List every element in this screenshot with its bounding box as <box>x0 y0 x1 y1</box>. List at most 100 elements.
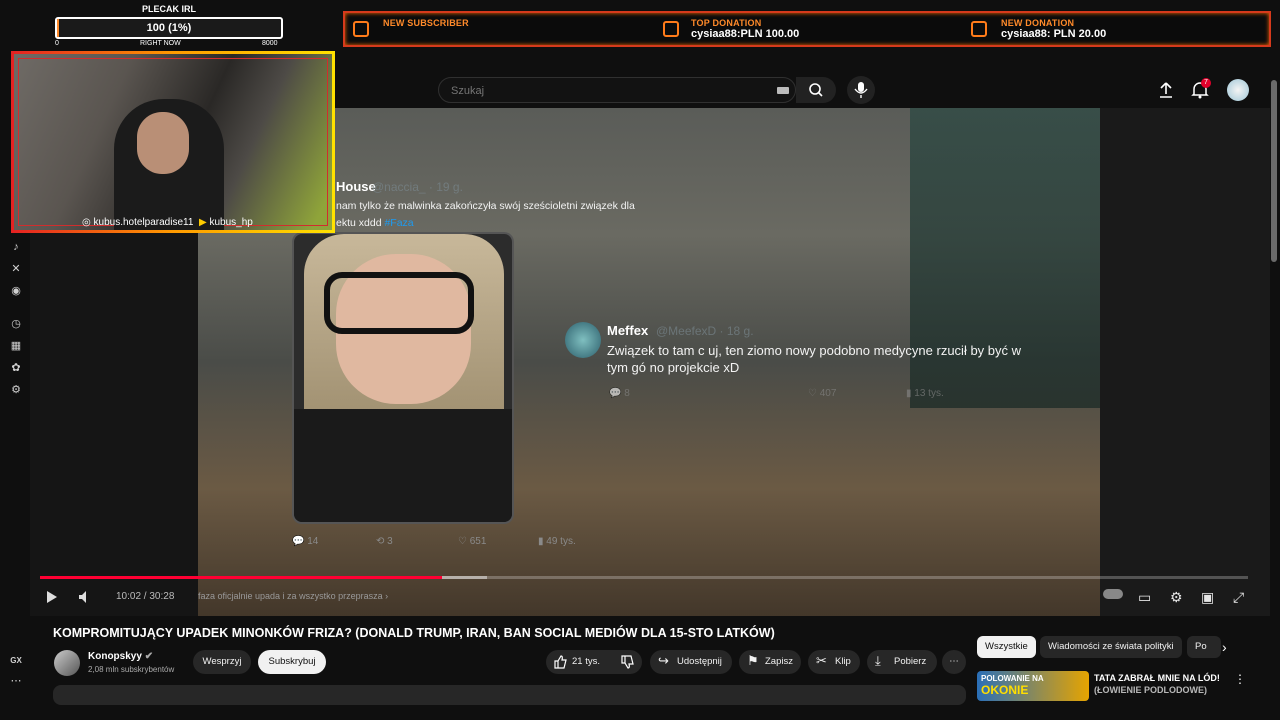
thumbnail-caption: POLOWANIE NA <box>981 674 1044 683</box>
likes-count: 407 <box>819 388 837 399</box>
more-actions-button[interactable]: ⋯ <box>942 650 966 674</box>
tweet-handle: @MeefexD · 18 g. <box>656 324 754 338</box>
goal-max-label: 8000 <box>262 40 278 47</box>
bookmark-icon: ⚑ <box>747 653 759 668</box>
description-box[interactable] <box>53 685 966 705</box>
notification-badge: 7 <box>1201 78 1211 88</box>
hashtag: #Faza <box>384 217 414 229</box>
subscriber-icon <box>353 21 369 37</box>
thumbs-up-icon <box>554 655 567 669</box>
recommended-title-line: (ŁOWIENIE PODLODOWE) <box>1094 685 1207 695</box>
channel-avatar[interactable] <box>54 650 80 676</box>
scissors-icon: ✂ <box>816 653 827 668</box>
replies-count: 14 <box>307 536 319 547</box>
autoplay-toggle[interactable] <box>1103 589 1123 599</box>
notifications-button[interactable]: 7 <box>1190 78 1211 100</box>
account-avatar[interactable] <box>1227 79 1249 101</box>
tweet-author: House <box>336 179 376 194</box>
play-icon[interactable] <box>44 589 60 605</box>
x-icon[interactable]: ✕ <box>9 262 23 276</box>
clip-glasses <box>324 272 474 334</box>
youtube-icon: ▶ <box>199 217 207 228</box>
chapter-title[interactable]: faza oficjalnie upada i za wszystko prze… <box>198 591 388 601</box>
chip-all[interactable]: Wszystkie <box>977 636 1036 658</box>
search-input[interactable] <box>449 82 753 100</box>
alert-title: NEW SUBSCRIBER <box>383 18 469 28</box>
subscribe-button[interactable]: Subskrybuj <box>258 650 326 674</box>
video-title: KOMPROMITUJĄCY UPADEK MINONKÓW FRIZA? (D… <box>53 626 775 640</box>
tweet-text-line: ektu xddd <box>336 217 382 229</box>
tweet-text: nam tylko że malwinka zakończyła swój sz… <box>336 198 635 232</box>
video-progress-bar[interactable] <box>40 576 1248 579</box>
kebab-menu-icon[interactable]: ⋮ <box>1234 672 1246 686</box>
recommended-title[interactable]: TATA ZABRAŁ MNIE NA LÓD! (ŁOWIENIE PODLO… <box>1094 672 1220 696</box>
channel-name[interactable]: Konopskyy ✔ <box>88 651 153 662</box>
channel-name-text: Konopskyy <box>88 651 142 662</box>
donation-icon <box>971 21 987 37</box>
alert-title: NEW DONATION <box>1001 18 1075 28</box>
views-count: 49 tys. <box>546 536 576 547</box>
likes-count: 651 <box>469 536 487 547</box>
video-embedded-clip <box>292 232 514 524</box>
webcam-face <box>137 112 189 174</box>
chapter-text: faza oficjalnie upada i za wszystko prze… <box>198 591 383 601</box>
progress-buffered <box>442 576 487 579</box>
video-letterbox <box>1100 108 1270 616</box>
chip-world-news[interactable]: Wiadomości ze świata polityki <box>1040 636 1182 658</box>
volume-icon[interactable] <box>77 589 93 605</box>
dislike-button[interactable] <box>612 650 642 674</box>
palette-icon[interactable]: ✿ <box>9 361 23 375</box>
progress-played <box>40 576 443 579</box>
clip-label: Klip <box>835 656 851 667</box>
likes-count: 21 tys. <box>572 656 600 667</box>
support-button[interactable]: Wesprzyj <box>193 650 251 674</box>
alert-new-donation: NEW DONATION cysiaa88: PLN 20.00 <box>971 13 1267 45</box>
download-label: Pobierz <box>894 656 927 667</box>
share-icon: ↪ <box>658 653 669 668</box>
more-icon[interactable]: ⋯ <box>9 674 23 688</box>
voice-search-button[interactable] <box>847 76 875 104</box>
history-icon[interactable]: ◷ <box>9 317 23 331</box>
tweet-likes: ♡ 407 <box>808 388 837 399</box>
views-count: 13 tys. <box>914 388 944 399</box>
youtube-text: kubus_hp <box>209 217 253 228</box>
discord-icon[interactable]: ◉ <box>9 284 23 298</box>
search-box[interactable] <box>438 77 796 103</box>
clip-body <box>294 409 512 522</box>
donation-icon <box>663 21 679 37</box>
tweet-avatar <box>565 322 601 358</box>
tweet-views: ▮ 13 tys. <box>906 388 944 399</box>
extension-icon[interactable]: ▦ <box>9 339 23 353</box>
alert-value: cysiaa88: PLN 20.00 <box>1001 28 1107 40</box>
settings-icon[interactable]: ⚙ <box>1170 588 1183 606</box>
instagram-text: kubus.hotelparadise11 <box>93 217 194 228</box>
upload-icon[interactable] <box>1158 81 1174 99</box>
streamer-webcam: ◎ kubus.hotelparadise11 ▶ kubus_hp <box>11 51 335 233</box>
thumbs-down-icon <box>621 655 634 669</box>
fullscreen-icon[interactable]: ⤢ <box>1233 588 1244 606</box>
search-icon <box>809 83 823 97</box>
subscriber-count: 2,08 mln subskrybentów <box>88 665 175 674</box>
retweets-count: 3 <box>387 536 393 547</box>
tiktok-icon[interactable]: ♪ <box>9 240 23 254</box>
alert-value: cysiaa88:PLN 100.00 <box>691 28 800 40</box>
subtitles-icon[interactable]: ▭ <box>1138 588 1151 606</box>
chip-more[interactable]: Po <box>1187 636 1221 658</box>
chevron-right-icon[interactable]: › <box>1222 639 1227 655</box>
tweet-likes: ♡ 651 <box>458 536 487 547</box>
scrollbar-thumb[interactable] <box>1271 80 1277 262</box>
youtube-handle: ▶ kubus_hp <box>199 217 253 228</box>
alert-new-subscriber: NEW SUBSCRIBER <box>353 13 653 45</box>
keyboard-icon[interactable] <box>777 87 789 94</box>
settings-icon[interactable]: ⚙ <box>9 383 23 397</box>
tweet-views: ▮ 49 tys. <box>538 536 576 547</box>
tweet-handle: @naccia_ · 19 g. <box>372 180 463 194</box>
miniplayer-icon[interactable]: ▣ <box>1201 588 1214 606</box>
tweet-text: Związek to tam c uj, ten ziomo nowy podo… <box>607 342 1021 376</box>
stream-alerts-bar: NEW SUBSCRIBER TOP DONATION cysiaa88:PLN… <box>343 11 1271 47</box>
thumbnail-headline: OKONIE <box>981 683 1029 697</box>
search-button[interactable] <box>796 77 836 103</box>
recommended-thumbnail[interactable]: POLOWANIE NA OKONIE <box>977 671 1089 701</box>
gx-label[interactable]: GX <box>9 654 23 668</box>
goal-title: PLECAK IRL <box>142 4 196 14</box>
